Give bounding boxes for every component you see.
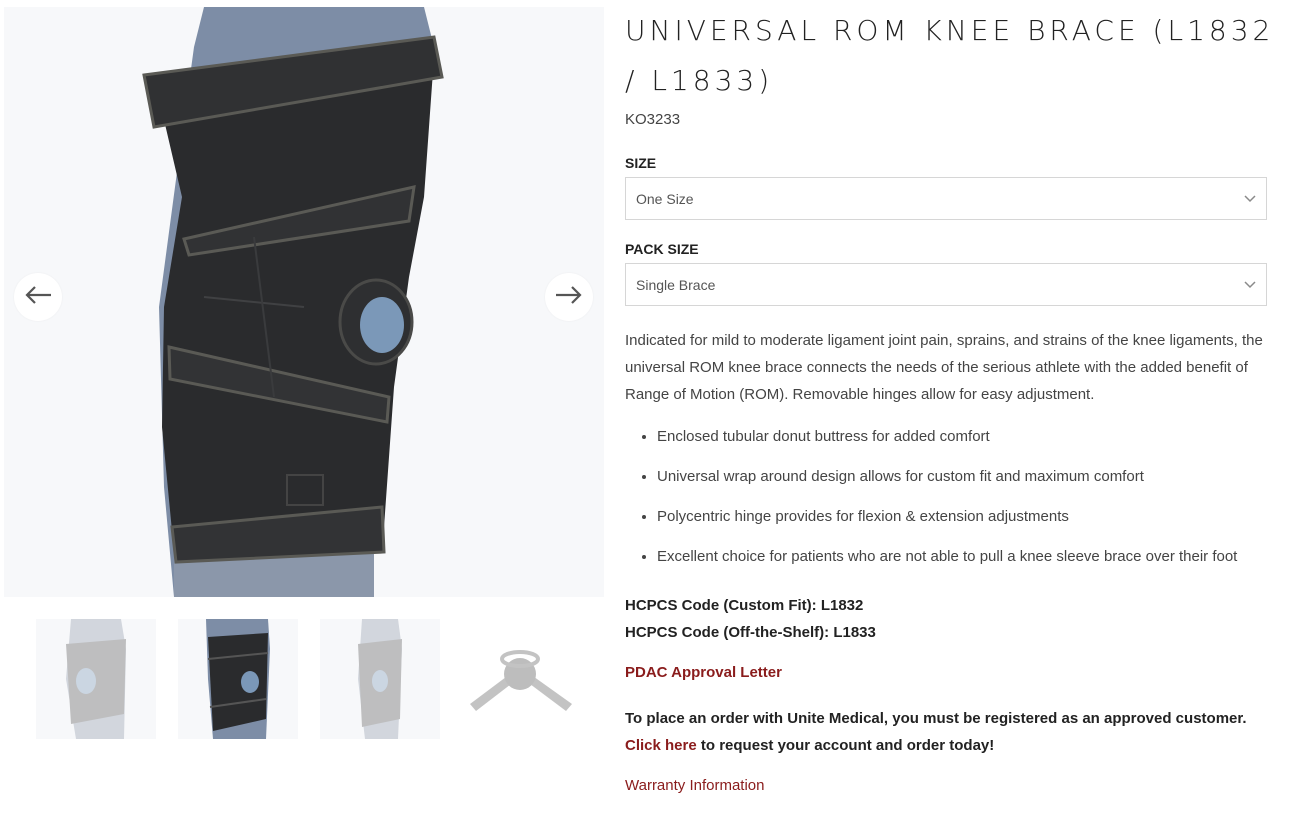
pack-size-select[interactable]: Single Brace bbox=[625, 263, 1267, 306]
warranty-link[interactable]: Warranty Information bbox=[625, 777, 765, 794]
feature-list: Enclosed tubular donut buttress for adde… bbox=[657, 424, 1297, 584]
chevron-down-icon bbox=[1244, 192, 1256, 206]
size-select[interactable]: One Size bbox=[625, 177, 1267, 220]
pack-size-select-value: Single Brace bbox=[636, 276, 716, 293]
hcpcs-codes: HCPCS Code (Custom Fit): L1832 HCPCS Cod… bbox=[625, 592, 876, 646]
product-sku: KO3233 bbox=[625, 111, 681, 128]
thumbnail-4[interactable] bbox=[460, 619, 580, 739]
arrow-right-icon bbox=[555, 285, 583, 310]
arrow-left-icon bbox=[24, 285, 52, 310]
order-notice-text: To place an order with Unite Medical, yo… bbox=[625, 710, 1247, 727]
thumbnail-1[interactable] bbox=[36, 619, 156, 739]
thumbnail-3[interactable] bbox=[320, 619, 440, 739]
product-title: UNIVERSAL ROM KNEE BRACE (L1832 / L1833) bbox=[625, 14, 1275, 97]
click-here-link[interactable]: Click here bbox=[625, 737, 697, 754]
hcpcs-custom-fit: HCPCS Code (Custom Fit): L1832 bbox=[625, 597, 864, 614]
feature-item: Enclosed tubular donut buttress for adde… bbox=[657, 424, 1297, 464]
chevron-down-icon bbox=[1244, 278, 1256, 292]
thumbnail-strip bbox=[36, 619, 581, 739]
previous-image-button[interactable] bbox=[14, 273, 62, 321]
feature-item: Excellent choice for patients who are no… bbox=[657, 544, 1297, 584]
size-label: SIZE bbox=[625, 155, 657, 171]
product-description: Indicated for mild to moderate ligament … bbox=[625, 332, 1263, 403]
thumbnail-2[interactable] bbox=[178, 619, 298, 739]
product-main-image bbox=[4, 7, 604, 597]
order-notice: To place an order with Unite Medical, yo… bbox=[625, 705, 1265, 759]
feature-item: Universal wrap around design allows for … bbox=[657, 464, 1297, 504]
feature-item: Polycentric hinge provides for flexion &… bbox=[657, 504, 1297, 544]
knee-brace-image bbox=[142, 7, 444, 597]
size-select-value: One Size bbox=[636, 190, 694, 207]
order-notice-suffix: to request your account and order today! bbox=[700, 737, 995, 754]
pdac-approval-link[interactable]: PDAC Approval Letter bbox=[625, 664, 782, 681]
pack-size-label: PACK SIZE bbox=[625, 241, 699, 257]
next-image-button[interactable] bbox=[545, 273, 593, 321]
hcpcs-off-the-shelf: HCPCS Code (Off-the-Shelf): L1833 bbox=[625, 624, 876, 641]
